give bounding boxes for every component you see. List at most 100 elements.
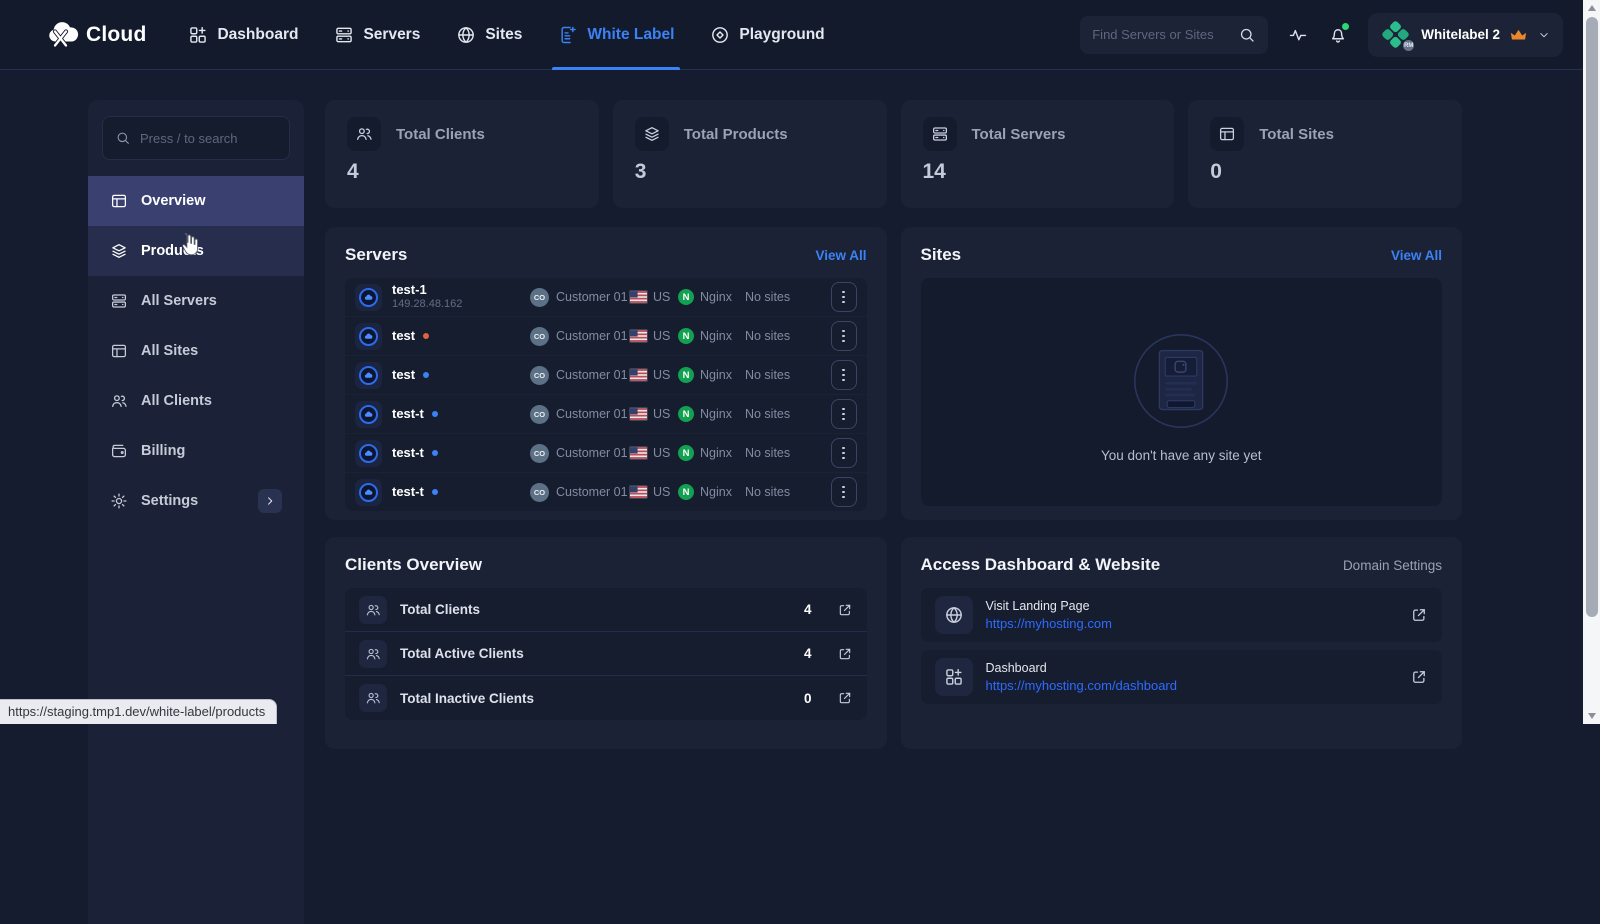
- stat-card: Total Sites 0: [1188, 100, 1462, 208]
- nginx-icon: N: [678, 328, 694, 344]
- sidebar-item-icon: [110, 492, 128, 510]
- server-customer: CO Customer 01: [530, 287, 630, 307]
- nav-item[interactable]: Servers: [334, 0, 420, 69]
- access-panel-title: Access Dashboard & Website: [920, 555, 1161, 574]
- nginx-icon: N: [678, 289, 694, 305]
- sidebar-item[interactable]: Overview: [88, 176, 304, 226]
- middle-row: Servers View All test-1 149.28.48.162 CO…: [325, 227, 1462, 520]
- server-actions-menu-button[interactable]: [830, 399, 857, 429]
- sidebar-item[interactable]: Products: [88, 226, 304, 276]
- stack-label: Nginx: [700, 485, 732, 499]
- clients-overview-list: Total Clients 4 Total Active Clients 4 T…: [345, 588, 867, 720]
- scrollbar-up-arrow[interactable]: [1583, 0, 1600, 16]
- stat-card-label: Total Sites: [1259, 125, 1334, 143]
- clients-row-value: 0: [803, 690, 812, 706]
- sites-empty-state: You don't have any site yet: [920, 278, 1442, 506]
- sidebar-item[interactable]: All Clients: [88, 376, 304, 426]
- server-actions-menu-button[interactable]: [830, 438, 857, 468]
- stat-card: Total Products 3: [612, 100, 887, 208]
- topbar-right-controls: RM Whitelabel 2: [1080, 12, 1563, 57]
- us-flag-icon: [629, 407, 648, 421]
- stat-cards: Total Clients 4 Total Products 3 Total S…: [325, 100, 1462, 208]
- open-link-icon[interactable]: [837, 646, 853, 662]
- access-row-url[interactable]: https://myhosting.com: [986, 616, 1112, 631]
- open-link-icon[interactable]: [1410, 668, 1428, 686]
- sidebar-item-label: All Sites: [141, 343, 199, 359]
- global-search-input[interactable]: [1092, 27, 1231, 42]
- stack-label: Nginx: [700, 329, 732, 343]
- sidebar-item[interactable]: All Sites: [88, 326, 304, 376]
- provider-icon: [355, 283, 382, 311]
- sites-count-label: No sites: [744, 485, 791, 499]
- user-name: Whitelabel 2: [1421, 27, 1500, 42]
- chevron-down-icon: [1537, 28, 1551, 42]
- stack-label: Nginx: [700, 407, 732, 421]
- top-navigation-bar: Cloud Dashboard Servers Sites White Labe…: [0, 0, 1583, 70]
- open-link-icon[interactable]: [1410, 606, 1428, 624]
- nav-item[interactable]: Sites: [456, 0, 522, 69]
- access-row-url[interactable]: https://myhosting.com/dashboard: [986, 678, 1178, 693]
- nav-item[interactable]: Dashboard: [188, 0, 298, 69]
- access-row-icon: [934, 658, 973, 696]
- server-actions-menu-button[interactable]: [830, 321, 857, 351]
- server-name: test-t: [392, 405, 424, 421]
- empty-sites-text: You don't have any site yet: [1101, 447, 1262, 463]
- expand-chevron[interactable]: [258, 489, 282, 513]
- sites-count-label: No sites: [744, 290, 791, 304]
- nav-item[interactable]: White Label: [552, 0, 681, 70]
- server-name: test: [392, 366, 416, 382]
- sidebar-item[interactable]: Settings: [88, 476, 304, 526]
- crown-icon: [1510, 29, 1527, 40]
- sites-panel-title: Sites: [920, 245, 962, 264]
- region-label: US: [653, 407, 671, 421]
- us-flag-icon: [629, 446, 648, 460]
- scrollbar-thumb[interactable]: [1585, 17, 1598, 617]
- user-menu[interactable]: RM Whitelabel 2: [1368, 12, 1563, 57]
- sidebar-search-input[interactable]: [140, 130, 277, 146]
- stat-card-label: Total Servers: [971, 125, 1066, 143]
- sites-view-all-link[interactable]: View All: [1391, 248, 1442, 263]
- notification-dot: [1342, 22, 1350, 30]
- nav-item[interactable]: Playground: [710, 0, 825, 69]
- domain-settings-link[interactable]: Domain Settings: [1343, 558, 1442, 573]
- activity-button[interactable]: [1288, 25, 1308, 45]
- server-row[interactable]: test-t CO Customer 01 US N Nginx No site…: [345, 434, 867, 472]
- sidebar-item[interactable]: Billing: [88, 426, 304, 476]
- servers-view-all-link[interactable]: View All: [815, 248, 866, 263]
- sidebar-search[interactable]: [102, 116, 290, 160]
- server-actions-menu-button[interactable]: [830, 360, 857, 390]
- open-link-icon[interactable]: [837, 690, 853, 706]
- sites-count-label: No sites: [744, 407, 791, 421]
- access-panel: Access Dashboard & Website Domain Settin…: [900, 537, 1462, 749]
- sidebar-item[interactable]: All Servers: [88, 276, 304, 326]
- server-row[interactable]: test-1 149.28.48.162 CO Customer 01 US N…: [345, 278, 867, 316]
- brand-logo[interactable]: Cloud: [45, 21, 146, 48]
- main-nav: Dashboard Servers Sites White Label Play…: [188, 0, 825, 70]
- sidebar-item-icon: [110, 342, 128, 360]
- server-row[interactable]: test-t CO Customer 01 US N Nginx No site…: [345, 473, 867, 511]
- sites-count-label: No sites: [744, 446, 791, 460]
- access-row: Dashboard https://myhosting.com/dashboar…: [920, 650, 1442, 704]
- us-flag-icon: [629, 368, 648, 382]
- scrollbar-down-arrow[interactable]: [1583, 708, 1600, 724]
- search-icon: [115, 130, 131, 146]
- vertical-scrollbar[interactable]: [1583, 0, 1600, 724]
- region-label: US: [653, 446, 671, 460]
- server-actions-menu-button[interactable]: [830, 477, 857, 507]
- nginx-icon: N: [678, 445, 694, 461]
- server-row[interactable]: test CO Customer 01 US N Nginx No sites: [345, 356, 867, 394]
- nav-item-icon: [558, 25, 578, 45]
- clients-icon: [359, 684, 387, 712]
- nav-item-label: Sites: [485, 25, 523, 43]
- stat-card: Total Clients 4: [325, 100, 599, 208]
- server-actions-menu-button[interactable]: [830, 282, 857, 312]
- global-search[interactable]: [1080, 15, 1269, 54]
- server-customer: CO Customer 01: [530, 443, 630, 463]
- notifications-button[interactable]: [1328, 22, 1350, 45]
- server-row[interactable]: test CO Customer 01 US N Nginx No sites: [345, 317, 867, 355]
- sidebar: Overview Products All Servers: [88, 100, 304, 924]
- server-row[interactable]: test-t CO Customer 01 US N Nginx No site…: [345, 395, 867, 433]
- open-link-icon[interactable]: [837, 602, 853, 618]
- region-label: US: [653, 368, 671, 382]
- customer-badge: CO: [530, 365, 549, 385]
